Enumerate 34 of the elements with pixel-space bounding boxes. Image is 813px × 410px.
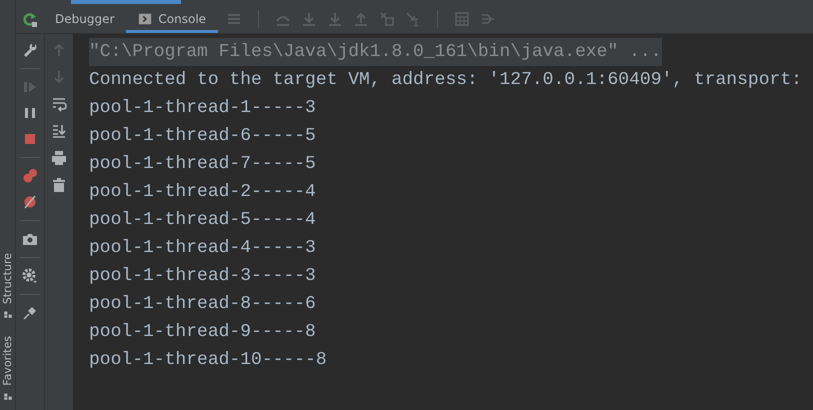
force-step-into-icon[interactable] — [327, 10, 344, 26]
console-output-line: pool-1-thread-10-----8 — [89, 349, 327, 372]
console-output-line: Connected to the target VM, address: '127.0.0.1:60409', transport: — [89, 69, 802, 92]
scroll-to-end-icon[interactable] — [51, 123, 67, 139]
wrench-icon[interactable] — [22, 42, 38, 58]
breakpoints-icon[interactable] — [22, 168, 38, 184]
pause-icon[interactable] — [22, 105, 38, 121]
rerun-icon[interactable] — [22, 10, 38, 26]
soft-wrap-icon[interactable] — [51, 96, 67, 112]
side-tab[interactable]: Structure — [2, 253, 14, 304]
console-output-line: pool-1-thread-6-----5 — [89, 125, 316, 148]
side-tab[interactable]: Favorites — [2, 336, 14, 386]
camera-icon[interactable] — [22, 231, 38, 247]
pin-icon[interactable] — [22, 305, 38, 321]
console-output-line: pool-1-thread-9-----8 — [89, 321, 316, 344]
console-output-line: pool-1-thread-7-----5 — [89, 153, 316, 176]
stop-icon[interactable] — [22, 131, 38, 147]
console-output-line: pool-1-thread-3-----3 — [89, 265, 316, 288]
console-output-line: pool-1-thread-2-----4 — [89, 181, 316, 204]
mute-breakpoints-icon[interactable] — [22, 194, 38, 210]
trash-icon[interactable] — [51, 177, 67, 193]
resume-icon[interactable] — [22, 79, 38, 95]
console-output-line: pool-1-thread-4-----3 — [89, 237, 316, 260]
console-output-line: pool-1-thread-1-----3 — [89, 97, 316, 120]
tab[interactable]: Console — [126, 4, 218, 33]
print-icon[interactable] — [51, 150, 67, 166]
console-output-line: pool-1-thread-8-----6 — [89, 293, 316, 316]
settings-icon[interactable] — [22, 268, 38, 284]
console-output-line: pool-1-thread-5-----4 — [89, 209, 316, 232]
step-into-icon[interactable] — [301, 10, 318, 26]
tab[interactable]: Debugger — [43, 4, 126, 33]
drop-frame-icon[interactable] — [379, 10, 396, 26]
calculator-icon[interactable] — [454, 10, 470, 26]
step-out-icon[interactable] — [353, 10, 370, 26]
